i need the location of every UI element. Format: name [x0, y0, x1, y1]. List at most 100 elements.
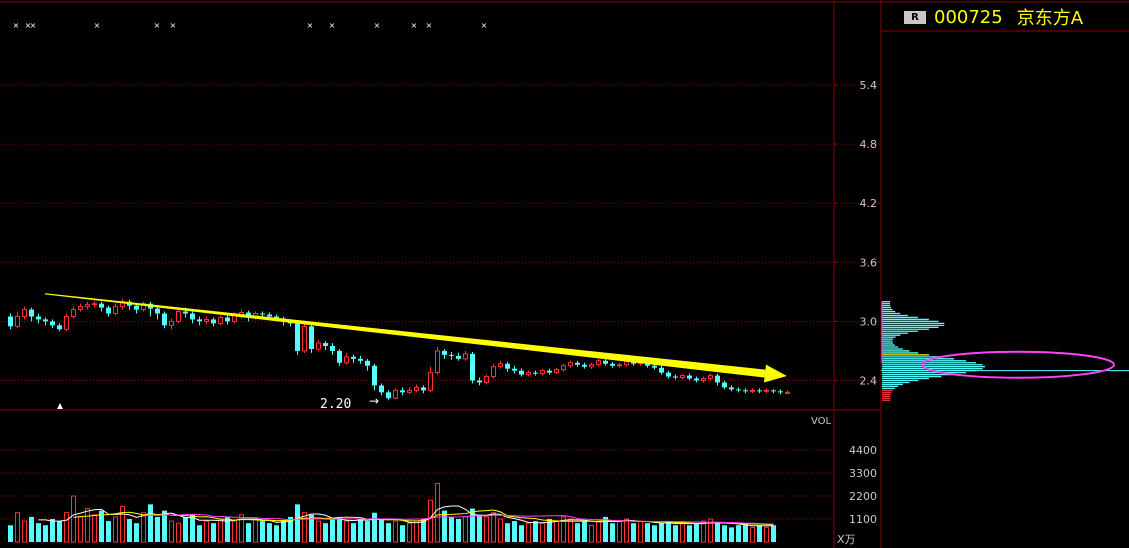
volume-bar-down [477, 514, 482, 542]
candle-body-down [330, 346, 335, 351]
volume-bar-down [582, 521, 587, 542]
volume-bar-up [302, 512, 307, 543]
candle-body-up [589, 364, 594, 368]
candle-body-up [169, 320, 174, 326]
volume-bar-down [736, 525, 741, 542]
volume-bar-up [414, 520, 419, 543]
candle-body-up [344, 356, 349, 364]
stock-code: 000725 [934, 6, 1003, 28]
volume-bar-down [379, 519, 384, 542]
candle-body-up [176, 311, 181, 322]
candle-body-up [554, 369, 559, 374]
price-tick-label: 4.2 [860, 197, 878, 210]
candle-body-up [393, 389, 398, 399]
volume-bar-up [253, 518, 258, 543]
candle-body-up [708, 375, 713, 380]
candle-body-down [99, 303, 104, 308]
candle-body-up [491, 366, 496, 378]
candle-body-down [57, 325, 62, 330]
candle-body-up [316, 342, 321, 350]
stock-chart: 5.4 4.8 4.2 3.6 3.0 2.4 4400 3300 2200 1100 × × × ×… [0, 0, 1129, 548]
volume-bar-down [512, 521, 517, 542]
volume-bar-down [533, 521, 538, 542]
volume-bar-down [267, 523, 272, 542]
volume-bar-down [29, 516, 34, 542]
volume-bar-down [57, 521, 62, 542]
volume-bar-up [526, 522, 531, 543]
candle-body-down [295, 323, 300, 351]
candle-body-up [113, 306, 118, 315]
candle-body-up [435, 350, 440, 374]
volume-bar-down [50, 519, 55, 542]
event-marker-icon: × [426, 21, 433, 30]
event-marker-icon: × [481, 21, 488, 30]
candle-body-up [701, 378, 706, 381]
candle-body-down [36, 316, 41, 320]
volume-bar-down [274, 525, 279, 542]
volume-tick-label: 4400 [849, 444, 877, 457]
candle-body-up [484, 376, 489, 383]
volume-profile [881, 301, 1129, 401]
candle-body-up [428, 372, 433, 391]
candle-body-down [666, 372, 671, 377]
volume-bar-down [715, 523, 720, 542]
volume-bar-down [211, 523, 216, 542]
candle-body-down [449, 354, 454, 356]
volume-bar-down [281, 521, 286, 542]
trend-arrow-head [764, 364, 787, 383]
candle-body-down [771, 390, 776, 392]
candle-body-up [617, 364, 622, 367]
candle-body-down [456, 355, 461, 359]
volume-bar-up [589, 524, 594, 543]
candle-body-up [407, 389, 412, 393]
candle-body-down [757, 390, 762, 392]
event-marker-icon: × [30, 21, 37, 30]
volume-bar-up [498, 518, 503, 543]
volume-bar-up [568, 518, 573, 543]
volume-bar-up [113, 516, 118, 543]
candlesticks [8, 298, 790, 401]
candle-body-down [512, 368, 517, 371]
candle-body-up [64, 315, 69, 330]
candle-body-down [477, 380, 482, 383]
candle-body-up [596, 360, 601, 366]
candle-body-down [659, 367, 664, 373]
candle-body-up [561, 365, 566, 371]
volume-bar-down [155, 516, 160, 542]
volume-bar-down [43, 525, 48, 542]
volume-unit: X万 [837, 533, 856, 546]
volume-bar-up [491, 512, 496, 543]
candle-body-down [722, 382, 727, 388]
volume-bar-up [463, 516, 468, 543]
volume-bar-up [638, 520, 643, 543]
volume-bar-down [687, 525, 692, 542]
event-marker-icon: × [170, 21, 177, 30]
volume-bar-up [596, 520, 601, 543]
volume-bar-down [722, 525, 727, 542]
volume-bar-down [358, 519, 363, 542]
arrow-right-icon: → [369, 394, 379, 408]
volume-bar-up [218, 518, 223, 543]
volume-bar-up [407, 522, 412, 543]
volume-bar-up [176, 522, 181, 543]
candle-body-down [183, 311, 188, 314]
candle-body-down [337, 350, 342, 363]
volume-bar-down [449, 516, 454, 542]
volume-bar-down [190, 514, 195, 542]
low-price-label: 2.20 [320, 397, 351, 412]
candle-body-up [78, 306, 83, 311]
candle-body-up [624, 361, 629, 366]
candle-body-down [652, 365, 657, 368]
candle-body-down [519, 370, 524, 375]
volume-bar-up [204, 520, 209, 543]
candle-body-down [736, 389, 741, 391]
candle-body-down [533, 372, 538, 374]
candle-body-down [687, 375, 692, 379]
candle-body-down [43, 319, 48, 322]
volume-bar-down [519, 525, 524, 542]
volume-bar-down [400, 525, 405, 542]
candle-body-down [162, 313, 167, 326]
volume-bar-up [78, 516, 83, 543]
candle-body-down [358, 358, 363, 361]
volume-bar-down [652, 525, 657, 542]
